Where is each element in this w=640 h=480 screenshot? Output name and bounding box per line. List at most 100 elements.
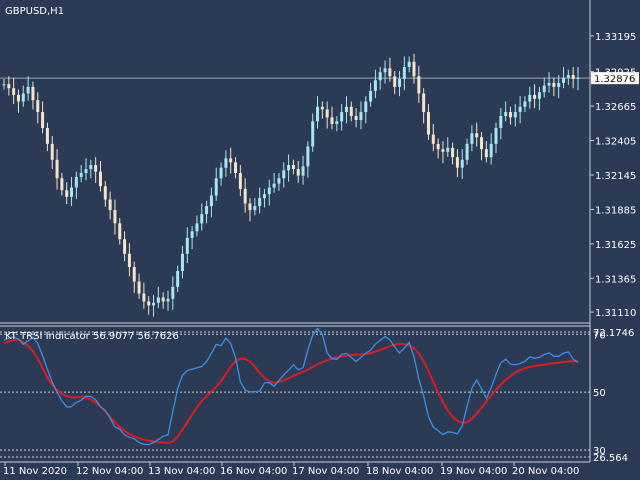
candle-body xyxy=(576,77,580,79)
candle-body xyxy=(330,117,334,124)
candle-body xyxy=(446,147,450,152)
candle-body xyxy=(388,68,392,77)
candle-body xyxy=(156,297,160,303)
candle-body xyxy=(258,198,262,207)
candle-body xyxy=(55,159,59,179)
candle-body xyxy=(537,92,541,99)
candle-body xyxy=(523,101,527,107)
candle-body xyxy=(127,253,131,268)
candle-body xyxy=(301,166,305,176)
candle-body xyxy=(504,112,508,117)
candle-body xyxy=(291,165,295,170)
candle-body xyxy=(74,176,78,188)
candle-body xyxy=(248,203,252,211)
candle-body xyxy=(60,178,64,191)
price-tick-label: 1.31110 xyxy=(595,308,636,319)
candle-body xyxy=(417,76,421,94)
candle-body xyxy=(470,133,474,144)
signal-line xyxy=(3,338,579,444)
candle-body xyxy=(431,134,435,144)
candle-body xyxy=(272,183,276,188)
candles xyxy=(2,53,580,317)
price-tick-label: 1.31885 xyxy=(595,205,636,216)
candle-body xyxy=(89,165,93,170)
candle-body xyxy=(65,190,69,197)
candle-body xyxy=(12,88,16,95)
candle-body xyxy=(132,267,136,282)
candle-body xyxy=(316,106,320,122)
candle-body xyxy=(45,127,49,144)
candle-body xyxy=(123,239,127,254)
candle-body xyxy=(475,133,479,138)
time-tick-label: 18 Nov 04:00 xyxy=(366,466,433,477)
indicator-tick-label: 26.564 xyxy=(593,453,628,464)
candle-body xyxy=(190,231,194,238)
time-tick-label: 19 Nov 04:00 xyxy=(440,466,507,477)
candle-body xyxy=(209,195,213,207)
price-panel[interactable]: 1.32876 1.331951.329251.326651.324051.32… xyxy=(0,6,639,319)
candle-body xyxy=(436,143,440,150)
candle-body xyxy=(103,186,107,200)
candle-body xyxy=(508,112,512,118)
price-tick-label: 1.31625 xyxy=(595,240,636,251)
candle-body xyxy=(340,112,344,122)
price-tick-label: 1.32925 xyxy=(595,68,636,79)
candle-body xyxy=(460,159,464,168)
candle-body xyxy=(547,82,551,86)
candle-body xyxy=(552,82,556,87)
price-axis: 1.33195 1.32925 1.32665 1.32405 1.32145 1.318… xyxy=(590,32,636,319)
price-tick-label: 1.32405 xyxy=(595,137,636,148)
indicator-axis: 72.174670503026.564 xyxy=(593,328,634,464)
indicator-panel[interactable]: 72.174670503026.564 KT TRSI Indicator 56… xyxy=(0,327,634,464)
candle-body xyxy=(499,116,503,128)
candle-body xyxy=(108,199,112,211)
candle-body xyxy=(113,210,117,224)
candle-body xyxy=(306,146,310,167)
candle-body xyxy=(180,253,184,271)
candle-body xyxy=(234,162,238,173)
symbol-label: GBPUSD,H1 xyxy=(5,6,64,17)
candle-body xyxy=(383,68,387,73)
candle-body xyxy=(480,137,484,150)
candle-body xyxy=(31,86,35,101)
chart-canvas[interactable]: 1.32876 1.331951.329251.326651.324051.32… xyxy=(0,0,640,480)
candle-body xyxy=(513,112,517,118)
indicator-tick-label: 70 xyxy=(593,330,606,341)
candle-body xyxy=(359,112,363,121)
candle-body xyxy=(200,214,204,224)
candle-body xyxy=(219,167,223,179)
candle-body xyxy=(118,223,122,240)
candle-body xyxy=(16,94,20,102)
candle-body xyxy=(142,293,146,302)
candle-body xyxy=(26,86,30,94)
candle-body xyxy=(7,84,11,89)
time-tick-label: 16 Nov 04:00 xyxy=(220,466,287,477)
candle-body xyxy=(185,237,189,254)
candle-body xyxy=(267,187,271,195)
candle-body xyxy=(562,77,566,83)
candle-body xyxy=(277,178,281,184)
candle-body xyxy=(325,109,329,118)
price-tick-label: 1.32665 xyxy=(595,102,636,113)
candle-body xyxy=(320,106,324,110)
candle-body xyxy=(2,84,6,86)
time-tick-label: 17 Nov 04:00 xyxy=(292,466,359,477)
candle-body xyxy=(426,112,430,135)
candle-body xyxy=(528,94,532,102)
candle-body xyxy=(369,90,373,102)
candle-body xyxy=(422,93,426,113)
candle-body xyxy=(287,165,291,171)
candle-body xyxy=(407,61,411,68)
time-axis: 11 Nov 2020 12 Nov 04:00 13 Nov 04:00 16 No… xyxy=(3,462,579,477)
price-tick-label: 1.33195 xyxy=(595,32,636,43)
candle-body xyxy=(349,106,353,117)
candle-body xyxy=(243,188,247,204)
candle-body xyxy=(166,298,170,302)
candle-body xyxy=(335,121,339,124)
candle-body xyxy=(224,158,228,168)
candle-body xyxy=(484,149,488,158)
candle-body xyxy=(253,206,257,211)
candle-body xyxy=(79,172,83,177)
candle-body xyxy=(229,158,233,163)
candle-body xyxy=(489,143,493,158)
